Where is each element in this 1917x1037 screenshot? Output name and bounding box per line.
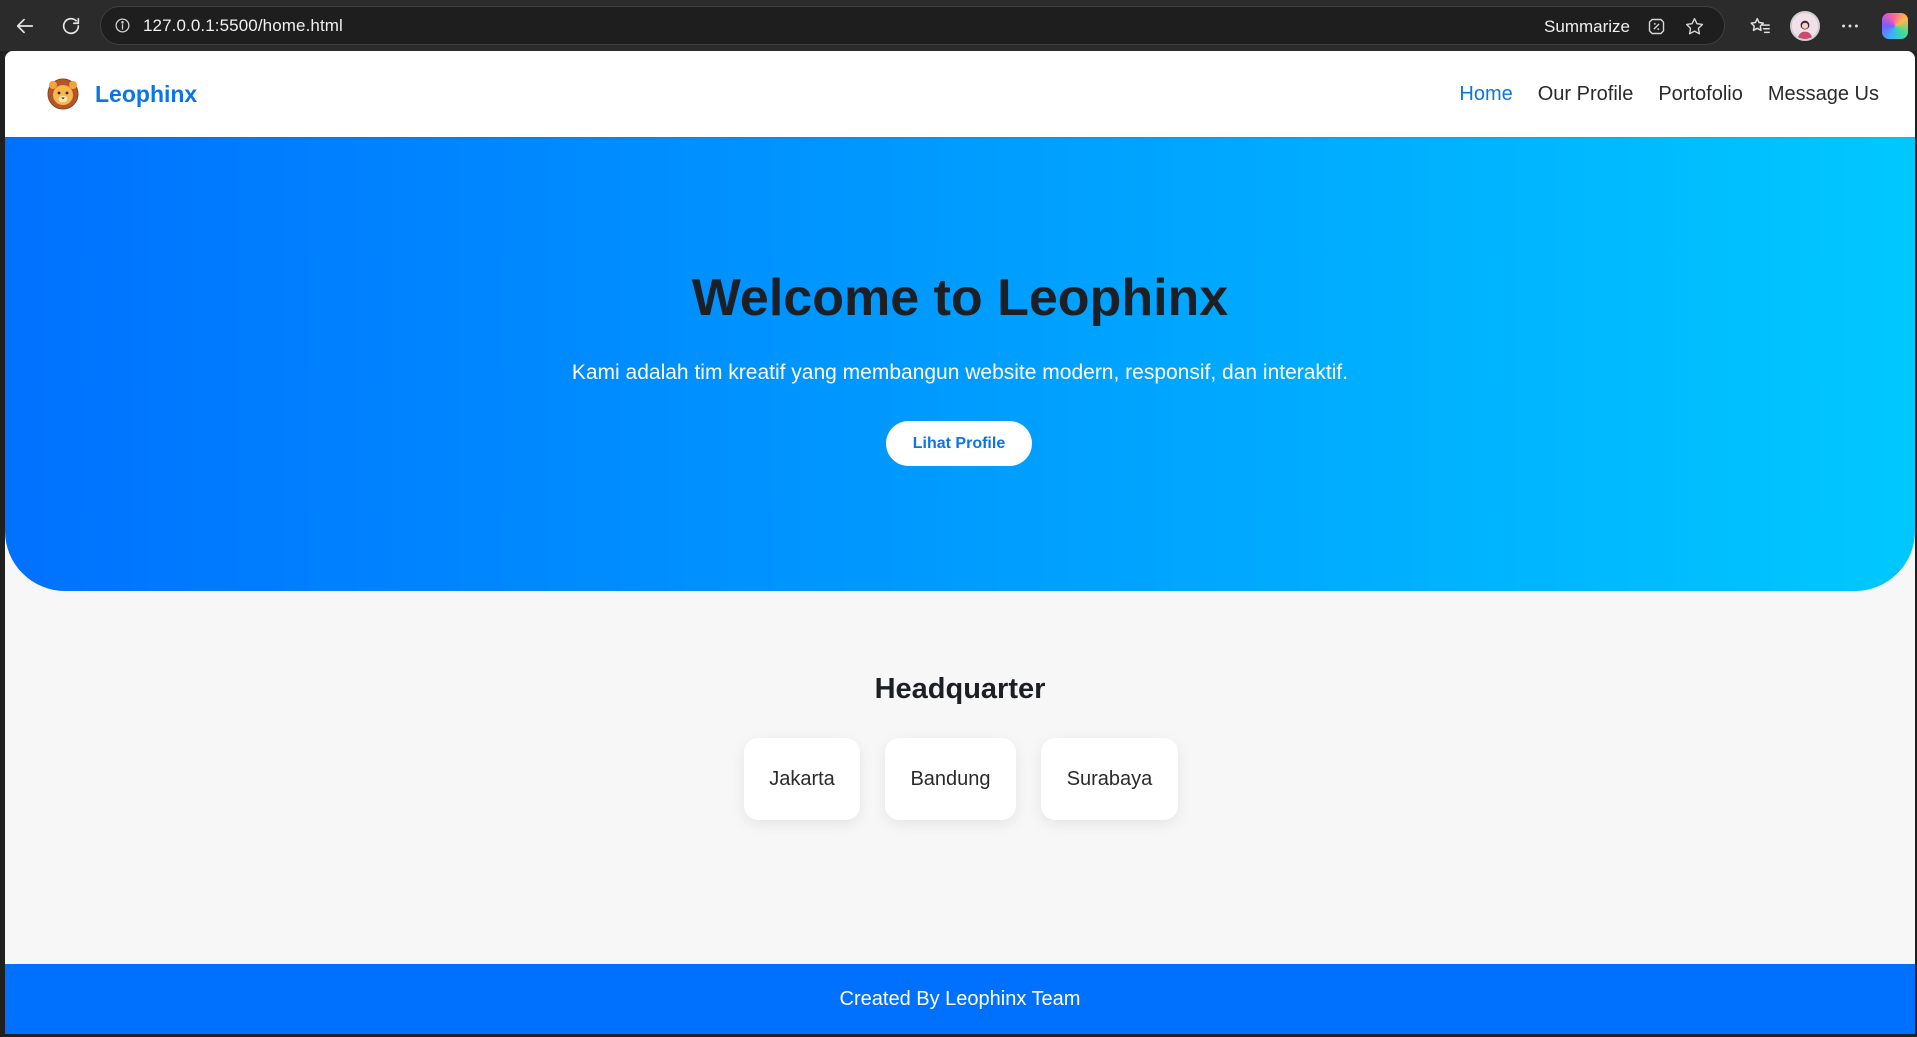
- copilot-button[interactable]: [1872, 0, 1917, 51]
- nav-link-message-us[interactable]: Message Us: [1768, 83, 1879, 106]
- favorites-icon[interactable]: [1737, 0, 1782, 51]
- nav-link-our-profile[interactable]: Our Profile: [1538, 83, 1634, 106]
- profile-avatar: [1789, 10, 1820, 41]
- main-nav: Home Our Profile Portofolio Message Us: [1459, 51, 1879, 137]
- headquarter-cards: Jakarta Bandung Surabaya: [5, 738, 1915, 820]
- site-info-icon[interactable]: [113, 17, 131, 35]
- lihat-profile-button[interactable]: Lihat Profile: [886, 421, 1032, 466]
- headquarter-section: Headquarter Jakarta Bandung Surabaya: [5, 591, 1915, 961]
- hero-subtitle: Kami adalah tim kreatif yang membangun w…: [571, 361, 1349, 384]
- profile-button[interactable]: [1782, 0, 1827, 51]
- nav-link-home[interactable]: Home: [1459, 83, 1512, 106]
- site-footer: Created By Leophinx Team: [5, 964, 1915, 1034]
- hq-card-jakarta: Jakarta: [744, 738, 860, 820]
- hero-section: Welcome to Leophinx Kami adalah tim krea…: [5, 137, 1915, 591]
- url-text[interactable]: 127.0.0.1:5500/home.html: [143, 16, 343, 36]
- more-options-icon[interactable]: [1827, 0, 1872, 51]
- brand[interactable]: Leophinx: [46, 77, 197, 111]
- hq-card-surabaya: Surabaya: [1041, 738, 1178, 820]
- hq-card-bandung: Bandung: [885, 738, 1016, 820]
- lion-icon: [47, 78, 79, 110]
- summarize-button[interactable]: Summarize: [1544, 17, 1630, 37]
- hero-title: Welcome to Leophinx: [691, 269, 1229, 327]
- headquarter-title: Headquarter: [874, 673, 1046, 705]
- site-header: Leophinx Home Our Profile Portofolio Mes…: [5, 51, 1915, 137]
- copilot-icon: [1881, 12, 1908, 39]
- page-viewport: Leophinx Home Our Profile Portofolio Mes…: [5, 51, 1915, 1034]
- summarize-icon[interactable]: [1644, 15, 1668, 39]
- back-arrow-icon[interactable]: [2, 0, 48, 51]
- reload-icon[interactable]: [48, 0, 94, 51]
- footer-text: Created By Leophinx Team: [839, 987, 1081, 1010]
- favorite-star-icon[interactable]: [1682, 15, 1706, 39]
- browser-toolbar: 127.0.0.1:5500/home.html Summarize: [0, 0, 1917, 51]
- address-bar[interactable]: 127.0.0.1:5500/home.html Summarize: [100, 6, 1725, 45]
- nav-link-portofolio[interactable]: Portofolio: [1658, 83, 1743, 106]
- brand-name: Leophinx: [95, 80, 198, 107]
